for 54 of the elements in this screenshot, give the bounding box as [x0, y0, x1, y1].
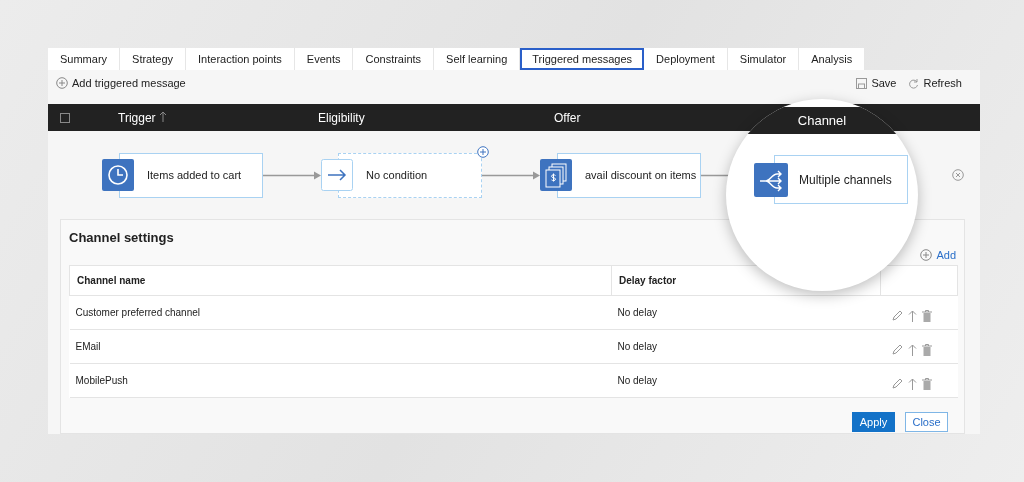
add-icon [477, 145, 489, 158]
close-button[interactable]: Close [905, 412, 948, 432]
table-cell: No delay [611, 329, 881, 364]
flow-node[interactable]: No condition [338, 152, 482, 198]
save-button[interactable]: Save [850, 77, 903, 89]
split-arrows-icon [754, 162, 788, 197]
table-cell: MobilePush [69, 363, 612, 398]
refresh-icon [908, 77, 920, 89]
connector-arrow [263, 170, 321, 180]
pencil-icon[interactable] [890, 343, 903, 356]
add-triggered-message-button[interactable]: Add triggered message [50, 77, 192, 89]
clock-icon [102, 159, 134, 191]
tab[interactable]: Self learning [434, 48, 521, 70]
table-cell: EMail [69, 329, 612, 364]
documents-dollar-icon [540, 159, 572, 191]
tab[interactable]: Triggered messages [520, 48, 645, 70]
add-button[interactable]: Add [920, 249, 956, 261]
table-cell: No delay [611, 363, 881, 398]
expand-icon[interactable] [60, 112, 70, 123]
column-header: Channel name [69, 265, 612, 296]
apply-button[interactable]: Apply [852, 412, 895, 432]
arrow-up-icon[interactable] [907, 309, 917, 322]
column-header: Offer [554, 110, 581, 125]
refresh-button[interactable]: Refresh [902, 77, 968, 89]
trash-icon[interactable] [921, 343, 932, 356]
flow-node[interactable]: Multiple channels [774, 155, 908, 204]
column-header: Channel [797, 113, 847, 128]
arrow-up-icon[interactable] [907, 343, 917, 356]
connector-arrow [482, 170, 540, 180]
section-title: Channel settings [69, 230, 175, 245]
arrow-right-icon [321, 159, 353, 191]
close-icon[interactable] [952, 169, 964, 181]
pencil-icon[interactable] [890, 377, 903, 390]
add-icon [920, 249, 933, 261]
flow-node[interactable]: Items added to cart [119, 152, 263, 198]
tab[interactable]: Interaction points [186, 48, 295, 70]
tab[interactable]: Constraints [353, 48, 435, 70]
flow-node[interactable]: avail discount on items [557, 152, 701, 198]
pencil-icon[interactable] [890, 309, 903, 322]
column-header: Trigger [118, 110, 167, 125]
trash-icon[interactable] [921, 309, 932, 322]
trash-icon[interactable] [921, 377, 932, 390]
tab[interactable]: Analysis [799, 48, 866, 70]
table-cell: Customer preferred channel [69, 295, 612, 330]
tab[interactable]: Strategy [120, 48, 187, 70]
add-icon [56, 77, 68, 89]
tab[interactable]: Summary [48, 48, 121, 70]
tab[interactable]: Simulator [727, 48, 800, 70]
table-cell: No delay [611, 295, 881, 330]
sort-arrow-icon[interactable] [158, 110, 167, 122]
tab[interactable]: Deployment [644, 48, 728, 70]
arrow-up-icon[interactable] [907, 377, 917, 390]
tab[interactable]: Events [294, 48, 354, 70]
column-header: Eligibility [318, 110, 365, 125]
